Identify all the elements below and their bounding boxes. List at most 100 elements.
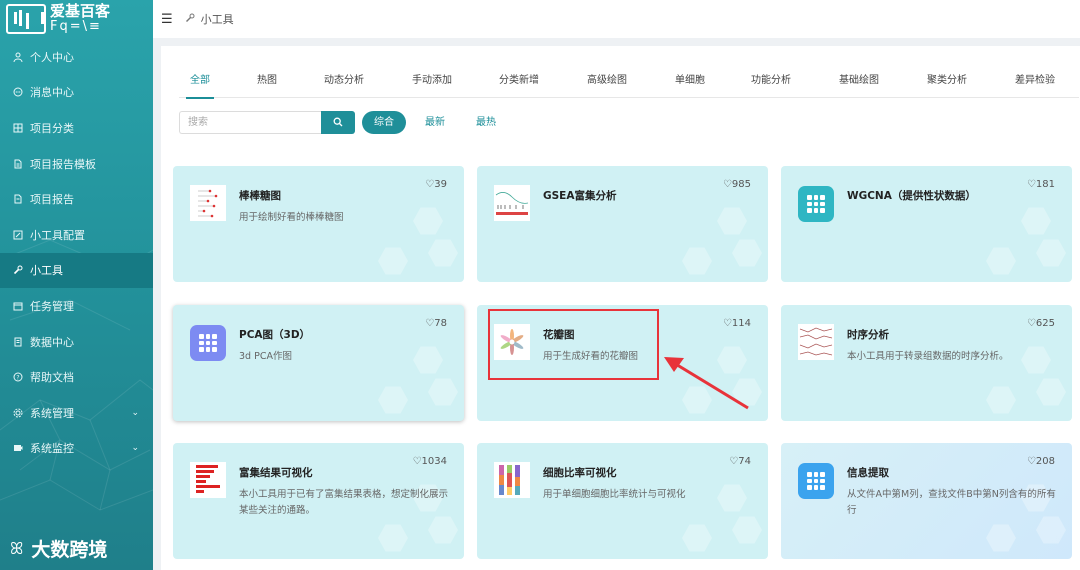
card-description: 用于单细胞细胞比率统计与可视化 (543, 489, 686, 500)
edit-icon (12, 229, 24, 241)
card-description: 本小工具用于转录组数据的时序分析。 (847, 351, 1009, 362)
like-count[interactable]: ♡39 (425, 179, 447, 190)
sidebar-item-label: 数据中心 (30, 335, 74, 349)
card-title: GSEA富集分析 (543, 190, 617, 202)
menu-collapse-icon[interactable]: ☰ (161, 12, 173, 27)
highlight-box (488, 309, 659, 380)
tab-manual-add[interactable]: 手动添加 (412, 70, 452, 98)
gsea-chart-thumbnail (494, 185, 530, 221)
svg-text:?: ? (16, 374, 19, 381)
sidebar-item-label: 项目报告 (30, 193, 74, 207)
search-icon (333, 117, 343, 127)
tab-function-analysis[interactable]: 功能分析 (751, 70, 791, 98)
sidebar-item-label: 项目报告模板 (30, 157, 96, 171)
tab-single-cell[interactable]: 单细胞 (675, 70, 705, 98)
brand-text: 大数跨境 (31, 539, 108, 561)
tool-card-enrichment-viz[interactable]: 富集结果可视化 本小工具用于已有了富集结果表格，想定制化展示某些关注的通路。 ♡… (173, 443, 464, 559)
document-icon (12, 158, 24, 170)
tool-card-gsea[interactable]: GSEA富集分析 ♡985 (477, 166, 768, 282)
category-icon (12, 122, 24, 134)
sidebar-item-project-category[interactable]: 项目分类 (0, 110, 153, 146)
tool-card-lollipop[interactable]: 棒棒糖图 用于绘制好看的棒棒糖图 ♡39 (173, 166, 464, 282)
wrench-icon (12, 264, 24, 276)
sidebar-item-label: 个人中心 (30, 50, 74, 64)
card-description: 3d PCA作图 (239, 351, 292, 362)
breadcrumb: 小工具 (200, 13, 234, 26)
tab-all[interactable]: 全部 (186, 70, 214, 99)
card-description: 用于绘制好看的棒棒糖图 (239, 212, 344, 223)
time-series-thumbnail (798, 324, 834, 360)
sort-latest[interactable]: 最新 (413, 111, 457, 134)
tab-heatmap[interactable]: 热图 (257, 70, 277, 98)
tool-card-info-extract[interactable]: 信息提取 从文件A中第M列，查找文件B中第N列含有的所有行 ♡208 (781, 443, 1072, 559)
card-title: 细胞比率可视化 (543, 467, 617, 479)
like-count[interactable]: ♡78 (425, 318, 447, 329)
sidebar-item-tool-config[interactable]: 小工具配置 (0, 217, 153, 253)
sidebar-item-task-management[interactable]: 任务管理 (0, 288, 153, 324)
report-icon (12, 193, 24, 205)
cell-ratio-thumbnail (494, 462, 530, 498)
search-input[interactable]: 搜索 (179, 110, 321, 134)
sidebar-item-label: 系统管理 (30, 406, 74, 420)
sort-hottest[interactable]: 最热 (464, 111, 508, 134)
user-icon (12, 51, 24, 63)
sidebar-item-message-center[interactable]: 消息中心 (0, 75, 153, 111)
topbar: ☰ 小工具 (153, 0, 1080, 38)
like-count[interactable]: ♡181 (1027, 179, 1055, 190)
like-count[interactable]: ♡625 (1027, 318, 1055, 329)
card-title: 棒棒糖图 (239, 190, 281, 202)
sidebar-item-help-docs[interactable]: ? 帮助文档 (0, 359, 153, 395)
app-grid-icon (798, 463, 834, 499)
app-grid-icon (798, 186, 834, 222)
tab-diff-test[interactable]: 差异检验 (1015, 70, 1055, 98)
like-count[interactable]: ♡74 (729, 456, 751, 467)
tab-cluster-analysis[interactable]: 聚类分析 (927, 70, 967, 98)
tool-card-time-series[interactable]: 时序分析 本小工具用于转录组数据的时序分析。 ♡625 (781, 305, 1072, 421)
lollipop-chart-thumbnail (190, 185, 226, 221)
wrench-icon (185, 13, 195, 26)
help-icon: ? (12, 371, 24, 383)
tab-dynamic-analysis[interactable]: 动态分析 (324, 70, 364, 98)
tool-card-wgcna[interactable]: WGCNA（提供性状数据） ♡181 (781, 166, 1072, 282)
sidebar-menu: 个人中心 消息中心 项目分类 项目报告模板 项目报告 小工具配置 小工具 任务管… (0, 39, 153, 466)
card-title: PCA图（3D） (239, 329, 311, 341)
like-count[interactable]: ♡1034 (413, 456, 447, 467)
search-button[interactable] (321, 110, 355, 134)
message-icon (12, 86, 24, 98)
tool-card-cell-ratio[interactable]: 细胞比率可视化 用于单细胞细胞比率统计与可视化 ♡74 (477, 443, 768, 559)
task-icon (12, 300, 24, 312)
chevron-down-icon[interactable]: ⌄ (131, 408, 139, 418)
sidebar-item-label: 项目分类 (30, 121, 74, 135)
sidebar-item-system-management[interactable]: 系统管理 ⌄ (0, 395, 153, 431)
data-icon (12, 336, 24, 348)
sidebar-item-project-report[interactable]: 项目报告 (0, 181, 153, 217)
card-title: 信息提取 (847, 467, 889, 479)
card-description: 本小工具用于已有了富集结果表格，想定制化展示某些关注的通路。 (239, 489, 449, 516)
tab-basic-plot[interactable]: 基础绘图 (839, 70, 879, 98)
like-count[interactable]: ♡208 (1027, 456, 1055, 467)
sidebar-item-label: 小工具 (30, 264, 63, 278)
logo[interactable]: 爱基百客 Fq=\≡ (6, 3, 110, 35)
tool-card-pca-3d[interactable]: PCA图（3D） 3d PCA作图 ♡78 (173, 305, 464, 421)
sidebar-item-data-center[interactable]: 数据中心 (0, 324, 153, 360)
sidebar-item-personal-center[interactable]: 个人中心 (0, 39, 153, 75)
sidebar-item-report-template[interactable]: 项目报告模板 (0, 146, 153, 182)
sidebar-item-system-monitor[interactable]: 系统监控 ⌄ (0, 431, 153, 467)
sidebar-item-label: 小工具配置 (30, 228, 85, 242)
card-title: 富集结果可视化 (239, 467, 313, 479)
tab-category-add[interactable]: 分类新增 (499, 70, 539, 98)
like-count[interactable]: ♡114 (723, 318, 751, 329)
brand-icon: ꕤ (10, 538, 24, 558)
sidebar-item-label: 系统监控 (30, 442, 74, 456)
tab-advanced-plot[interactable]: 高级绘图 (587, 70, 627, 98)
like-count[interactable]: ♡985 (723, 179, 751, 190)
sidebar-item-tools[interactable]: 小工具 (0, 252, 153, 289)
sidebar-item-label: 帮助文档 (30, 371, 74, 385)
monitor-icon (12, 442, 24, 454)
chevron-down-icon[interactable]: ⌄ (131, 443, 139, 453)
search-row: 搜索 综合 最新 最热 (179, 110, 508, 134)
card-title: 时序分析 (847, 329, 889, 341)
logo-subtitle: Fq=\≡ (50, 19, 102, 34)
sidebar-item-label: 任务管理 (30, 299, 74, 313)
sort-comprehensive[interactable]: 综合 (362, 110, 406, 134)
